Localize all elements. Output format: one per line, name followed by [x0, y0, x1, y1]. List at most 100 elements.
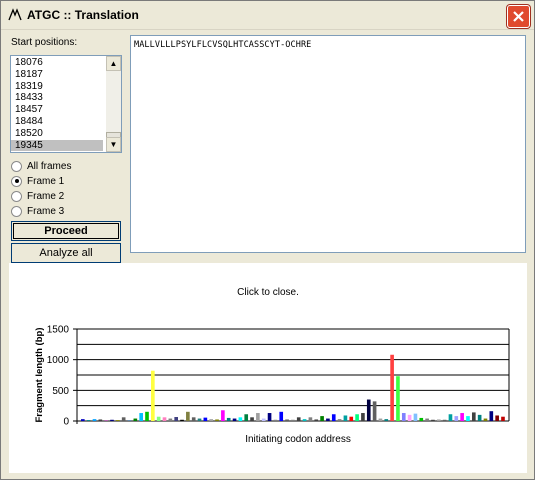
radio-circle[interactable] [11, 160, 22, 172]
radio-circle[interactable] [11, 175, 22, 187]
translation-window: ATGC :: Translation Start positions: 180… [0, 0, 535, 480]
sequence-output[interactable]: MALLVLLLPSYLFLCVSQLHTCASSCYT-OCHRE [130, 35, 526, 253]
bar [436, 419, 441, 421]
bar [320, 416, 324, 421]
bar [454, 416, 459, 421]
bar [396, 376, 400, 421]
bar [168, 418, 173, 421]
list-item[interactable]: 18076 [11, 57, 103, 69]
bar [186, 411, 190, 421]
list-item[interactable]: 18319 [11, 81, 103, 93]
bar [226, 417, 231, 421]
bar [156, 416, 161, 421]
bar [361, 413, 365, 421]
proceed-button[interactable]: Proceed [11, 221, 121, 241]
bar [355, 414, 359, 421]
bar [372, 401, 377, 421]
bar [343, 415, 348, 421]
bar [139, 413, 143, 421]
bar [285, 419, 289, 421]
bar [331, 414, 336, 421]
y-tick-label: 0 [63, 417, 69, 428]
y-tick-label: 500 [52, 386, 69, 397]
bar [349, 416, 354, 421]
bar [209, 419, 214, 421]
bar [203, 417, 208, 421]
close-icon [513, 11, 524, 22]
bar [460, 413, 464, 421]
radio-frame-1[interactable]: Frame 1 [11, 174, 64, 188]
bar [145, 411, 149, 421]
bar [174, 417, 179, 421]
bar [151, 370, 155, 421]
start-positions-items: 18076 18187 18319 18433 18457 18484 1852… [11, 56, 121, 152]
bar [407, 414, 412, 421]
bar [401, 413, 406, 421]
bar [384, 419, 389, 421]
analyze-all-button[interactable]: Analyze all [11, 243, 121, 263]
scroll-down-button[interactable]: ▼ [106, 137, 121, 152]
bar [256, 413, 260, 421]
list-item[interactable]: 18433 [11, 92, 103, 104]
radio-label: Frame 2 [27, 190, 65, 202]
bar [81, 419, 85, 421]
radio-frame-2[interactable]: Frame 2 [11, 189, 64, 203]
bar [501, 416, 505, 421]
bar [326, 418, 330, 421]
close-button[interactable] [507, 5, 530, 28]
bar [261, 418, 266, 421]
radio-label: All frames [27, 160, 72, 172]
bar [197, 418, 202, 421]
bar [477, 414, 482, 421]
bar [162, 417, 167, 421]
translated-sequence: MALLVLLLPSYLFLCVSQLHTCASSCYT-OCHRE [134, 40, 312, 50]
bar [413, 413, 418, 421]
radio-frame-3[interactable]: Frame 3 [11, 204, 64, 218]
bar [378, 418, 383, 421]
bar [127, 420, 132, 421]
start-positions-label: Start positions: [11, 37, 78, 48]
bar [296, 417, 301, 421]
bar [191, 417, 196, 421]
options-panel: Start positions: 18076 18187 18319 18433… [9, 35, 127, 265]
bar [98, 419, 103, 421]
chart-panel[interactable]: Click to close. 0 500 1000 1500 Initiating c… [9, 263, 527, 473]
bar [279, 411, 284, 421]
bar [471, 412, 476, 421]
radio-circle[interactable] [11, 205, 22, 217]
list-item-selected[interactable]: 19345 [11, 139, 103, 152]
start-positions-list[interactable]: 18076 18187 18319 18433 18457 18484 1852… [10, 55, 122, 153]
bar [495, 415, 499, 421]
bar [314, 419, 319, 421]
list-item[interactable]: 18187 [11, 69, 103, 81]
list-item[interactable]: 18484 [11, 116, 103, 128]
bar [302, 419, 307, 421]
bar [86, 420, 91, 421]
y-axis-label: Fragment length (bp) [34, 328, 45, 423]
bar [133, 418, 138, 421]
bar [238, 417, 243, 421]
bar [232, 418, 237, 421]
window-title: ATGC :: Translation [27, 8, 139, 22]
chevron-up-icon: ▲ [109, 59, 118, 68]
bar [180, 419, 184, 421]
bar [116, 420, 120, 421]
radio-label: Frame 3 [27, 205, 65, 217]
bar [244, 414, 249, 421]
list-scrollbar[interactable]: ▲ ▼ [106, 56, 121, 152]
bar [104, 420, 108, 421]
bar [215, 419, 219, 421]
scroll-up-button[interactable]: ▲ [106, 56, 121, 71]
chevron-down-icon: ▼ [109, 140, 118, 149]
bar [337, 419, 342, 421]
bar [466, 416, 470, 421]
list-item[interactable]: 18457 [11, 104, 103, 116]
fragment-length-chart: 0 500 1000 1500 Initiating codon address Frag… [34, 325, 510, 445]
bar [267, 413, 272, 421]
radio-circle[interactable] [11, 190, 22, 202]
bar [419, 417, 424, 421]
radio-all-frames[interactable]: All frames [11, 159, 71, 173]
list-item[interactable]: 18520 [11, 128, 103, 140]
bar [442, 419, 447, 421]
x-axis-label: Initiating codon address [245, 434, 351, 445]
